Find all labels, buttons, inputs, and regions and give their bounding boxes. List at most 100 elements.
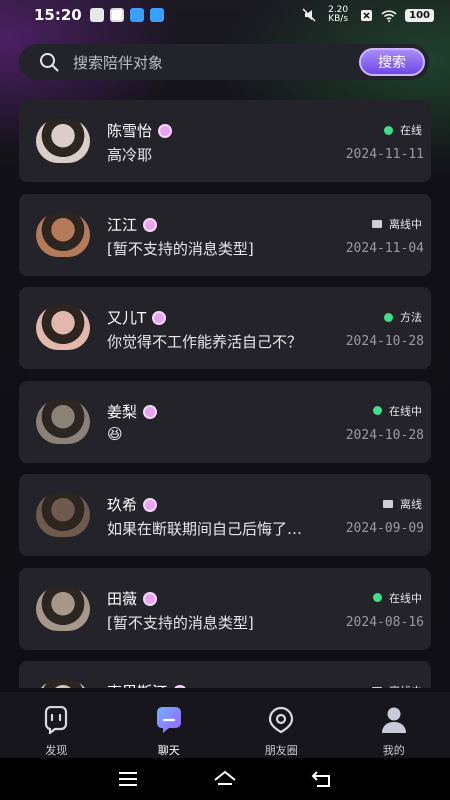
contact-name-text: 姜梨 xyxy=(107,402,138,421)
chat-card[interactable]: 陈雪怡高冷耶 在线 2024-11-11 xyxy=(19,100,431,182)
chat-card[interactable]: 玖希如果在断联期间自己后悔了… 离线 2024-09-09 xyxy=(19,474,431,556)
avatar[interactable] xyxy=(36,680,90,688)
nav-profile[interactable]: 我的 xyxy=(338,692,450,758)
nav-label: 我的 xyxy=(382,744,405,757)
mute-icon xyxy=(302,8,316,22)
vip-badge-icon xyxy=(143,404,158,419)
battery-indicator: 100 xyxy=(405,8,434,22)
avatar[interactable] xyxy=(36,212,90,257)
avatar[interactable] xyxy=(36,119,90,163)
contact-name-text: 玖希 xyxy=(107,496,138,514)
home-button[interactable] xyxy=(211,769,239,789)
contact-name: 田薇 xyxy=(107,588,158,609)
status-bar: 15:20 2.20 KB/s 100 xyxy=(0,0,450,30)
network-speed: 2.20 KB/s xyxy=(328,5,349,24)
presence-status: 在线 xyxy=(384,122,422,138)
search-button[interactable]: 搜索 xyxy=(359,48,425,76)
last-message: [暂不支持的消息类型] xyxy=(107,239,254,258)
nav-label: 聊天 xyxy=(157,744,180,757)
bottom-nav: 发现 聊天 朋友圈 我的 xyxy=(0,692,450,758)
last-message: 你觉得不工作能养活自己不？ xyxy=(107,333,303,351)
presence-status-text: 离线 xyxy=(400,498,422,511)
last-message-date: 2024-11-04 xyxy=(345,240,424,256)
search-icon xyxy=(40,53,59,72)
vip-badge-icon xyxy=(152,311,167,325)
vip-badge-icon xyxy=(158,124,173,138)
notification-app-icon xyxy=(89,8,104,22)
presence-status-text: 在线中 xyxy=(389,591,422,605)
wifi-icon xyxy=(381,9,397,22)
contact-name: 又儿T xyxy=(107,307,167,328)
last-message: 😆 xyxy=(107,424,123,443)
status-time: 15:20 xyxy=(34,6,82,24)
contact-name-text: 江江 xyxy=(107,215,138,234)
notification-app-icon xyxy=(149,8,164,22)
online-dot-icon xyxy=(384,125,393,135)
avatar[interactable] xyxy=(36,306,90,350)
contact-name: 陈雪怡 xyxy=(107,120,173,141)
vip-badge-icon xyxy=(143,498,158,512)
notification-app-icon xyxy=(109,8,124,22)
search-bar[interactable]: 搜索陪伴对象 搜索 xyxy=(19,44,429,80)
chat-card[interactable]: 又儿T 你觉得不工作能养活自己不？ 方法 2024-10-28 xyxy=(19,287,431,369)
last-message-date: 2024-10-28 xyxy=(345,427,424,443)
avatar-image xyxy=(36,399,90,444)
chat-card[interactable]: 姜梨 😆 在线中 2024-10-28 xyxy=(19,380,431,463)
menu-button[interactable] xyxy=(114,769,142,789)
presence-status-text: 离线中 xyxy=(389,683,422,688)
notification-app-icon xyxy=(129,8,144,22)
last-message-date: 2024-09-09 xyxy=(345,521,424,536)
nav-chat[interactable]: 聊天 xyxy=(113,692,226,758)
last-message: 高冷耶 xyxy=(107,146,153,164)
contact-name: 姜梨 xyxy=(107,401,158,422)
nav-label: 朋友圈 xyxy=(264,744,298,757)
presence-status: 在线中 xyxy=(373,403,422,419)
presence-status: 离线中 xyxy=(372,216,422,232)
profile-icon xyxy=(381,707,406,733)
chat-card[interactable]: 田薇 [暂不支持的消息类型] 在线中 2024-08-16 xyxy=(19,567,431,650)
avatar-image xyxy=(36,586,90,631)
chat-card[interactable]: 克里斯汀 离线中 xyxy=(19,661,431,688)
last-message-date: 2024-11-11 xyxy=(345,147,424,162)
offline-cup-icon xyxy=(372,687,382,688)
presence-status: 离线中 xyxy=(372,683,422,688)
system-nav-bar xyxy=(0,758,450,800)
chat-list[interactable]: 陈雪怡高冷耶 在线 2024-11-11 江江 [暂不支持的消息类型] 离线中 2024-1… xyxy=(19,100,431,688)
online-dot-icon xyxy=(373,406,382,415)
chat-icon xyxy=(156,707,181,733)
back-icon xyxy=(311,771,330,787)
presence-status-text: 离线中 xyxy=(389,217,422,231)
discover-icon xyxy=(45,706,68,734)
presence-status-text: 在线中 xyxy=(389,404,422,418)
contact-name-text: 又儿T xyxy=(107,309,147,327)
contact-name-text: 克里斯汀 xyxy=(107,683,167,688)
nav-discover[interactable]: 发现 xyxy=(0,692,113,758)
avatar[interactable] xyxy=(36,493,90,537)
last-message: 如果在断联期间自己后悔了… xyxy=(107,520,303,538)
notification-icons xyxy=(89,8,164,22)
avatar-image xyxy=(36,119,90,163)
back-button[interactable] xyxy=(308,769,336,789)
presence-status-text: 方法 xyxy=(400,311,422,324)
vip-badge-icon xyxy=(173,685,188,688)
nav-moments[interactable]: 朋友圈 xyxy=(225,692,338,758)
avatar-image xyxy=(36,212,90,257)
offline-monitor-icon xyxy=(383,500,393,508)
avatar[interactable] xyxy=(36,586,90,631)
sim-icon xyxy=(361,9,373,21)
presence-status: 在线中 xyxy=(373,590,422,606)
presence-status-text: 在线 xyxy=(400,124,422,137)
presence-status: 离线 xyxy=(383,496,422,512)
contact-name: 玖希 xyxy=(107,494,158,515)
contact-name-text: 田薇 xyxy=(107,589,138,608)
contact-name-text: 陈雪怡 xyxy=(107,122,153,140)
vip-badge-icon xyxy=(143,217,158,232)
last-message-date: 2024-10-28 xyxy=(345,334,424,349)
menu-icon xyxy=(119,772,138,786)
status-indicators: 2.20 KB/s 100 xyxy=(302,6,434,24)
avatar[interactable] xyxy=(36,399,90,444)
search-input[interactable]: 搜索陪伴对象 xyxy=(73,52,163,73)
online-dot-icon xyxy=(384,312,393,322)
chat-card[interactable]: 江江 [暂不支持的消息类型] 离线中 2024-11-04 xyxy=(19,193,431,276)
home-icon xyxy=(214,770,236,785)
